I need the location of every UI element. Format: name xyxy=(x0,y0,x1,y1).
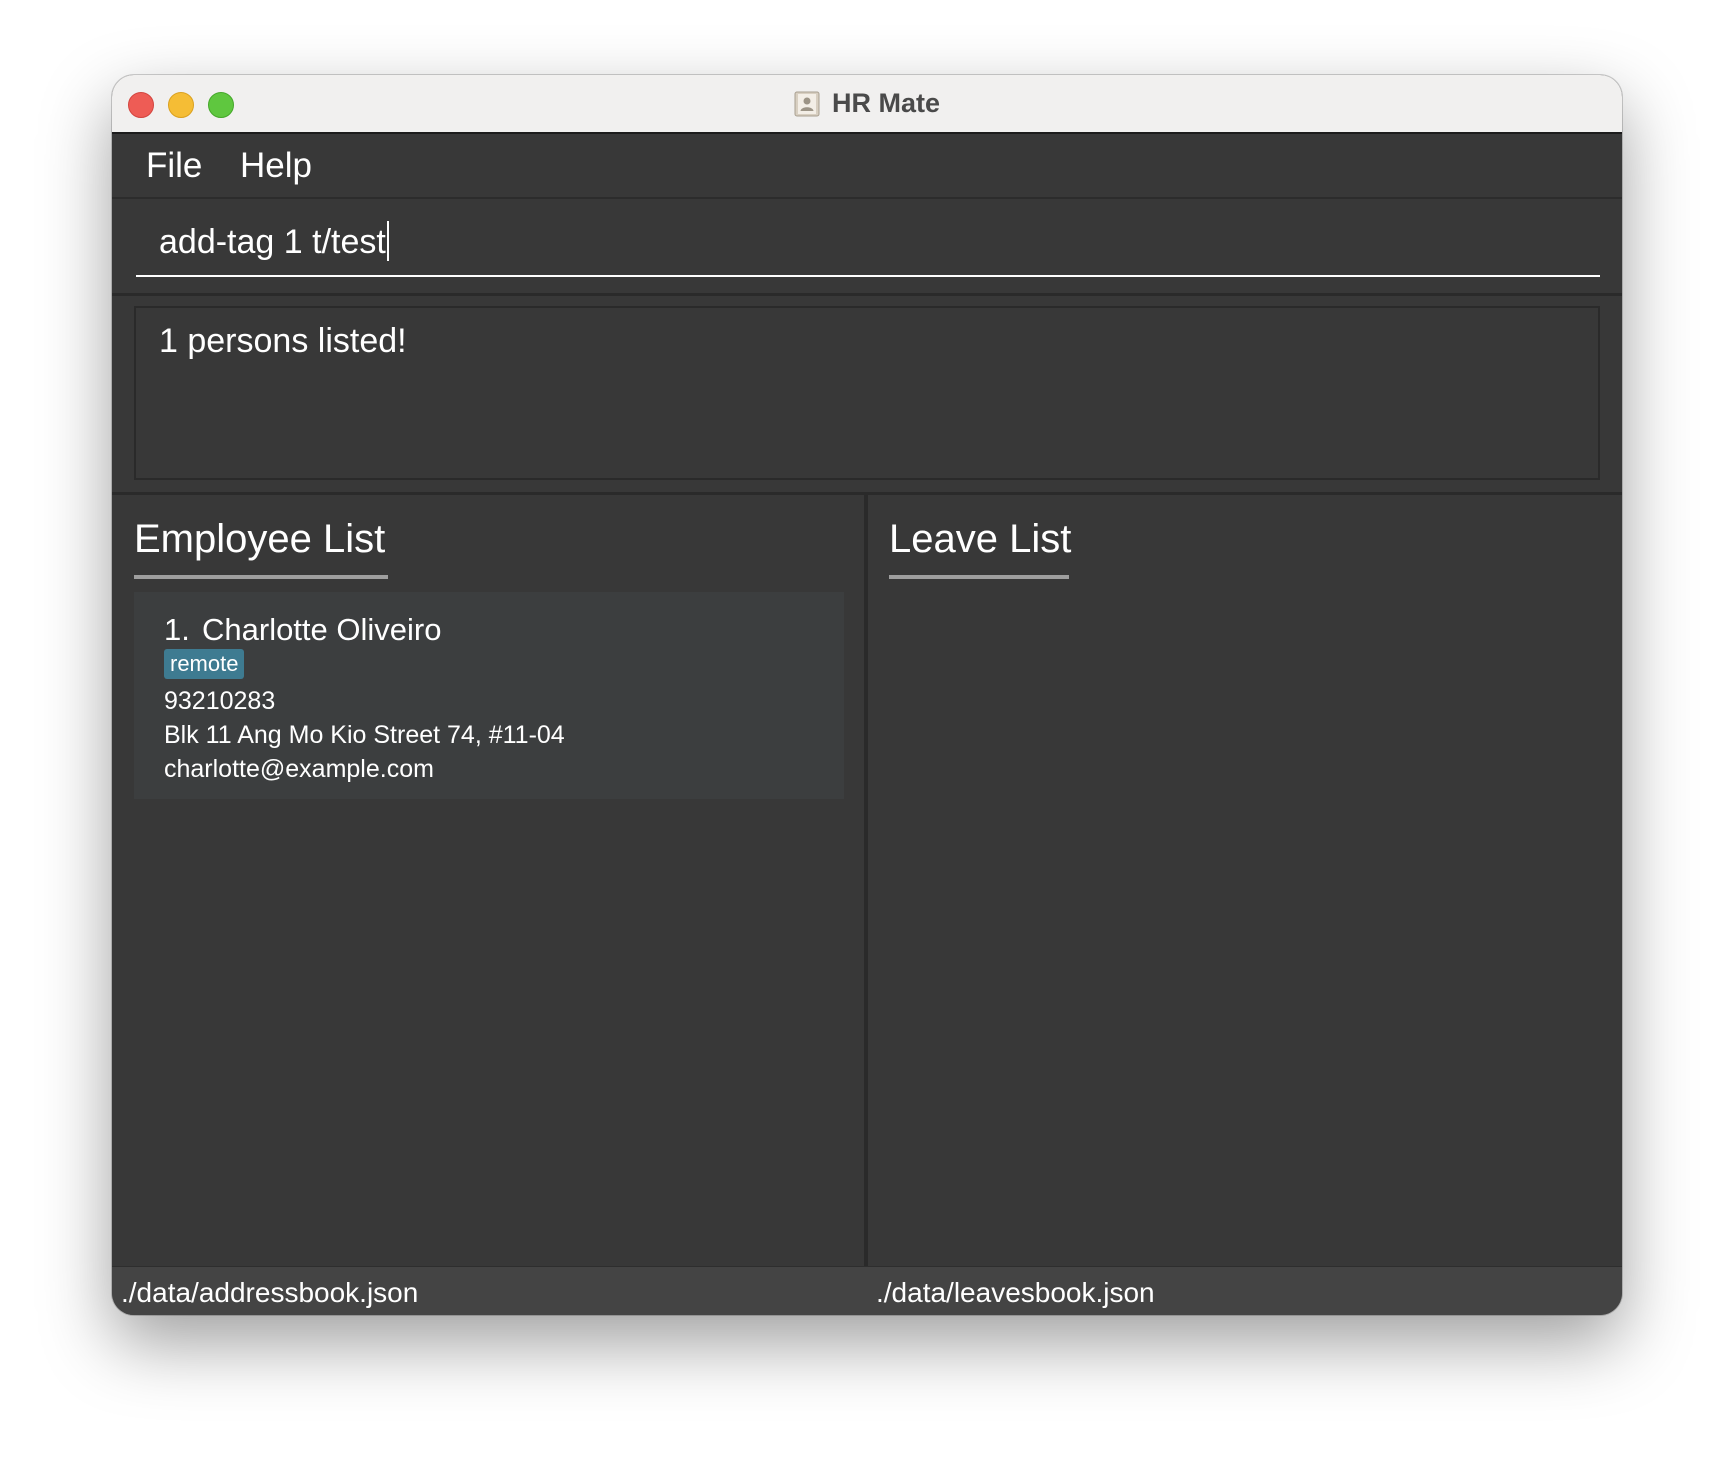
leave-list-title: Leave List xyxy=(889,517,1072,561)
window-title-group: HR Mate xyxy=(112,75,1622,132)
command-input-value: add-tag 1 t/test xyxy=(159,223,386,261)
app-window: HR Mate File Help add-tag 1 t/test 1 per… xyxy=(112,75,1622,1315)
title-bar[interactable]: HR Mate xyxy=(112,75,1622,134)
address-book-path: ./data/addressbook.json xyxy=(121,1277,419,1308)
employee-address: Blk 11 Ang Mo Kio Street 74, #11-04 xyxy=(164,721,565,749)
menu-help[interactable]: Help xyxy=(240,146,312,186)
employee-list-title: Employee List xyxy=(134,517,386,561)
menu-file[interactable]: File xyxy=(146,146,202,186)
command-input-text: add-tag 1 t/test xyxy=(159,221,389,262)
employee-phone: 93210283 xyxy=(164,687,276,715)
employee-list-title-underline xyxy=(134,575,388,579)
contact-book-icon xyxy=(794,91,820,116)
text-caret xyxy=(386,221,389,261)
leave-list-title-underline xyxy=(889,575,1069,579)
menu-bar: File Help xyxy=(112,134,1622,199)
panel-divider[interactable] xyxy=(864,495,868,1266)
result-message: 1 persons listed! xyxy=(159,322,407,360)
employee-index: 1. xyxy=(164,612,190,647)
result-display[interactable]: 1 persons listed! xyxy=(134,306,1600,480)
window-title: HR Mate xyxy=(831,88,940,118)
leaves-book-path: ./data/leavesbook.json xyxy=(876,1277,1155,1308)
employee-tag: remote xyxy=(164,649,245,679)
employee-card[interactable]: 1. Charlotte Oliveiro remote 93210283 Bl… xyxy=(134,592,844,799)
command-box-container: add-tag 1 t/test xyxy=(112,199,1622,296)
employee-name: Charlotte Oliveiro xyxy=(202,612,442,647)
command-input[interactable]: add-tag 1 t/test xyxy=(136,199,1600,277)
result-display-container: 1 persons listed! xyxy=(112,296,1622,495)
employee-email: charlotte@example.com xyxy=(164,755,434,783)
list-panels: Employee List 1. Charlotte Oliveiro remo… xyxy=(112,495,1622,1266)
status-bar: ./data/addressbook.json ./data/leavesboo… xyxy=(112,1266,1622,1315)
